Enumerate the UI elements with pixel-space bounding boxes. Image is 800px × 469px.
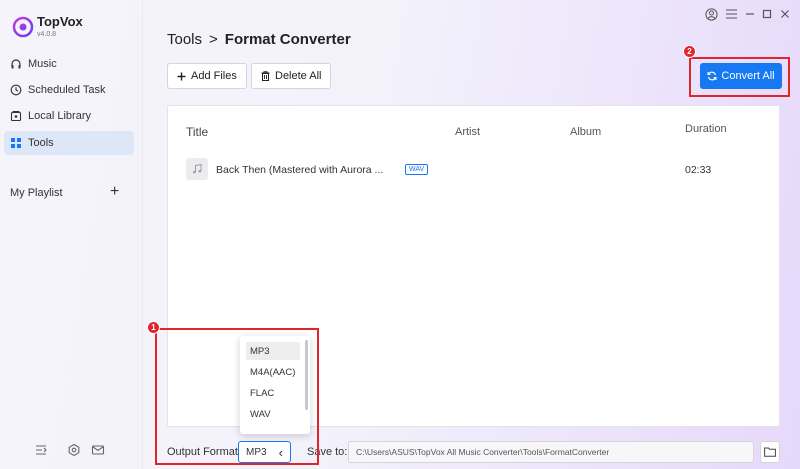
page-title: Format Converter [224, 31, 351, 48]
browse-folder-button[interactable] [760, 441, 780, 463]
add-files-label: Add Files [191, 70, 237, 82]
mail-icon[interactable] [91, 443, 105, 457]
sidebar-item-tools[interactable]: Tools [4, 131, 134, 155]
clock-icon [10, 84, 22, 96]
add-playlist-button[interactable]: + [110, 183, 119, 201]
sidebar-item-label: Music [28, 58, 57, 70]
output-format-highlight-box [155, 328, 319, 465]
track-duration: 02:33 [685, 164, 712, 176]
grid-icon [10, 137, 22, 149]
minimize-icon[interactable] [743, 7, 757, 21]
step-badge-1: 1 [147, 321, 160, 334]
maximize-icon[interactable] [760, 7, 774, 21]
close-icon[interactable] [778, 7, 792, 21]
sidebar-item-label: Tools [28, 137, 54, 149]
plus-icon [177, 72, 186, 80]
breadcrumb-separator: > [209, 31, 218, 48]
app-name: TopVox [37, 14, 83, 29]
column-header-album: Album [570, 126, 602, 138]
sidebar-item-label: Scheduled Task [28, 84, 106, 96]
column-header-artist: Artist [455, 126, 481, 138]
sidebar-item-label: Local Library [28, 110, 91, 122]
track-thumbnail [186, 158, 208, 180]
sidebar-item-music[interactable]: Music [4, 52, 134, 76]
track-title: Back Then (Mastered with Aurora ... [216, 164, 384, 176]
breadcrumb: Tools > Format Converter [167, 31, 351, 48]
delete-all-label: Delete All [275, 70, 322, 82]
refresh-icon [707, 71, 717, 81]
library-icon [10, 110, 22, 122]
topvox-logo-icon [12, 16, 34, 38]
app-version: v4.0.8 [37, 31, 57, 38]
headphones-icon [10, 58, 22, 70]
account-icon[interactable] [704, 7, 718, 21]
menu-icon[interactable] [724, 7, 738, 21]
column-header-title: Title [186, 125, 209, 139]
sidebar-item-scheduled-task[interactable]: Scheduled Task [4, 78, 134, 102]
breadcrumb-tools-link[interactable]: Tools [167, 31, 202, 48]
trash-icon [261, 71, 270, 81]
convert-all-button[interactable]: Convert All [700, 63, 782, 89]
add-files-button[interactable]: Add Files [167, 63, 247, 89]
music-note-icon [192, 163, 202, 174]
delete-all-button[interactable]: Delete All [251, 63, 332, 89]
sidebar-item-local-library[interactable]: Local Library [4, 104, 134, 128]
column-header-duration: Duration [685, 123, 727, 135]
step-badge-2: 2 [683, 45, 696, 58]
sidebar: TopVox v4.0.8 Music Scheduled Task Local… [0, 0, 143, 469]
folder-icon [764, 447, 776, 457]
save-path-field[interactable]: C:\Users\ASUS\TopVox All Music Converter… [348, 441, 754, 463]
track-format-badge: WAV [405, 164, 429, 175]
settings-icon[interactable] [67, 443, 81, 457]
convert-all-label: Convert All [721, 70, 775, 82]
my-playlist-heading: My Playlist [10, 187, 63, 199]
collapse-sidebar-icon[interactable] [34, 443, 48, 457]
